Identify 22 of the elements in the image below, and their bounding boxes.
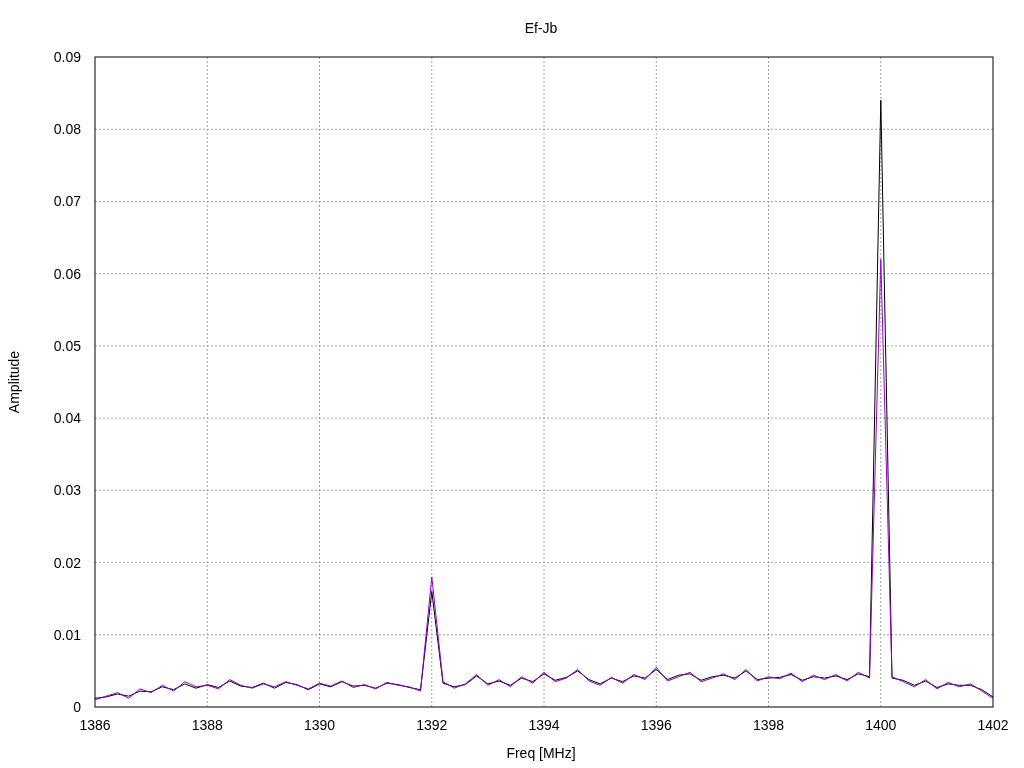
chart-title: Ef-Jb	[524, 20, 558, 36]
x-tick-label: 1398	[752, 717, 785, 733]
y-tick-label: 0.02	[53, 554, 81, 571]
x-tick-label: 1402	[977, 717, 1009, 733]
x-tick-label: 1396	[640, 717, 672, 733]
y-tick-label: 0	[73, 699, 81, 715]
x-tick-label: 1388	[191, 717, 223, 733]
x-tick-label: 1386	[79, 717, 111, 733]
y-tick-label: 0.08	[53, 121, 81, 138]
y-tick-label: 0.04	[53, 410, 81, 427]
y-tick-label: 0.05	[53, 337, 81, 354]
y-tick-label: 0.03	[53, 482, 81, 499]
x-tick-label: 1400	[865, 717, 897, 733]
y-tick-label: 0.07	[53, 193, 81, 210]
x-tick-label: 1392	[416, 717, 448, 733]
y-tick-label: 0.09	[53, 49, 81, 65]
x-axis-label: Freq [MHz]	[506, 745, 576, 761]
y-axis-label: Amplitude	[6, 350, 22, 414]
y-tick-label: 0.01	[53, 626, 81, 643]
y-tick-label: 0.06	[53, 265, 81, 282]
x-tick-label: 1394	[528, 717, 560, 733]
x-tick-label: 1390	[303, 717, 336, 733]
